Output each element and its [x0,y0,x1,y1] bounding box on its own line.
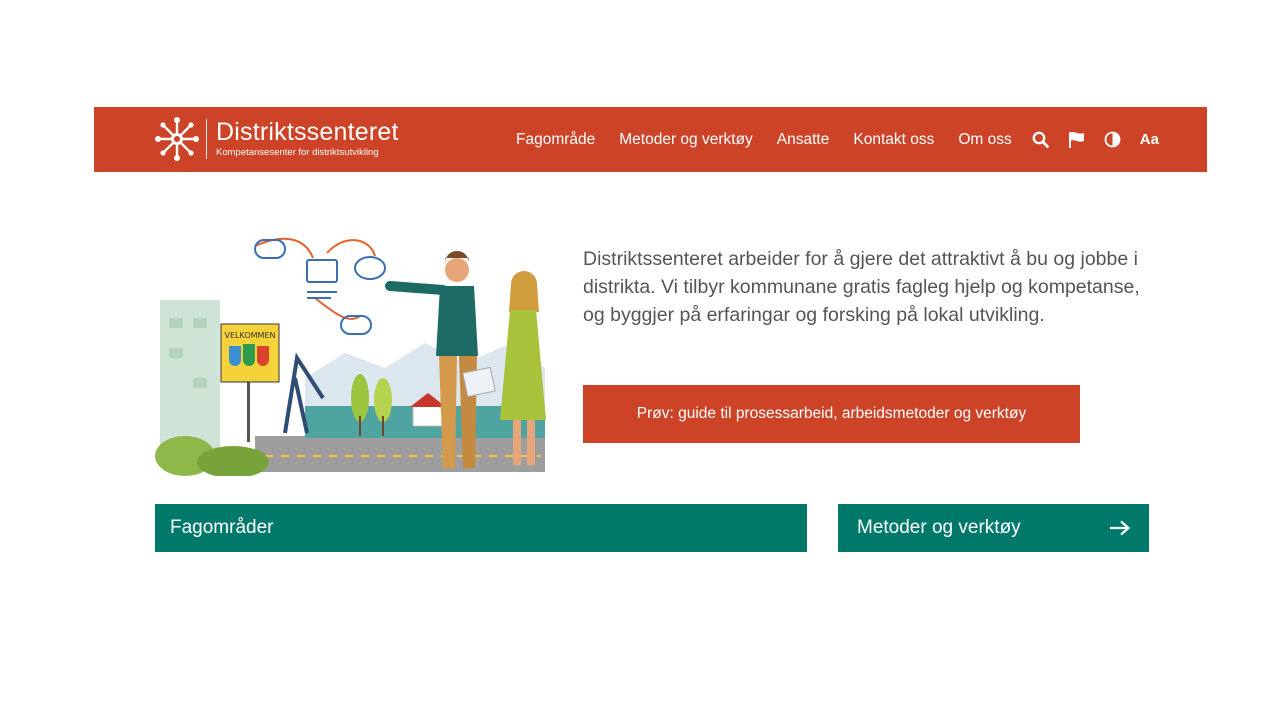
contrast-icon[interactable] [1104,131,1122,149]
arrow-right-icon [1110,520,1131,536]
site-logo[interactable]: Distriktssenteret Kompetansesenter for d… [154,117,399,161]
nav-item-metoder[interactable]: Metoder og verktøy [619,131,753,149]
nav-item-om-oss[interactable]: Om oss [958,131,1011,149]
site-header: Distriktssenteret Kompetansesenter for d… [94,107,1207,172]
logo-text: Distriktssenteret Kompetansesenter for d… [216,120,399,158]
intro-text: Distriktssenteret arbeider for å gjere d… [583,248,1140,326]
search-icon[interactable] [1032,131,1050,149]
nav-item-kontakt[interactable]: Kontakt oss [853,131,934,149]
nav-item-ansatte[interactable]: Ansatte [777,131,830,149]
nav-item-fagomrade[interactable]: Fagområde [516,131,595,149]
brand-name: Distriktssenteret [216,118,399,147]
fagomrader-tile[interactable]: Fagområder [155,504,807,552]
network-logo-icon [155,117,199,161]
logo-divider [206,119,207,159]
hero-illustration: VELKOMMEN [155,237,546,476]
flag-icon[interactable] [1068,131,1086,149]
fagomrader-tile-label: Fagområder [170,517,274,538]
welcome-sign-text: VELKOMMEN [225,331,276,340]
main-nav: Fagområde Metoder og verktøy Ansatte Kon… [516,107,1159,172]
metoder-tile[interactable]: Metoder og verktøy [838,504,1149,552]
guide-cta-button[interactable]: Prøv: guide til prosessarbeid, arbeidsme… [583,385,1080,443]
text-size-button[interactable]: Aa [1140,131,1159,148]
metoder-tile-label: Metoder og verktøy [857,517,1021,538]
brand-tagline: Kompetansesenter for distriktsutvikling [216,147,379,159]
